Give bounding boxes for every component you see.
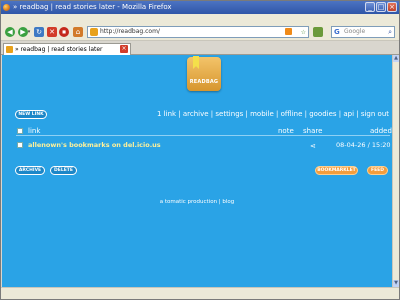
row-checkbox[interactable]	[17, 142, 23, 148]
footer[interactable]: a tomatic production | blog	[2, 199, 392, 205]
vertical-scrollbar[interactable]: ▲ ▼	[392, 55, 399, 287]
window-controls: _ □ ×	[365, 2, 397, 12]
search-input[interactable]: G Google ⌕	[331, 26, 395, 38]
new-link-button[interactable]: NEW LINK	[15, 110, 47, 119]
close-icon[interactable]: ×	[387, 2, 397, 12]
tab-close-icon[interactable]: ×	[120, 45, 128, 53]
nav-links[interactable]: 1 link | archive | settings | mobile | o…	[157, 110, 389, 118]
row-added: 08-04-26 / 15:20	[336, 141, 391, 149]
table-header: link note share added	[16, 126, 392, 136]
reload-icon[interactable]: ↻	[34, 27, 44, 37]
bookmarklet-button[interactable]: BOOKMARKLET	[315, 166, 358, 175]
history-dropdown-icon[interactable]: ▾	[26, 27, 32, 37]
window-title: » readbag | read stories later - Mozilla…	[13, 3, 172, 11]
readbag-logo[interactable]: READBAG	[187, 56, 221, 91]
column-note: note	[278, 127, 294, 135]
maximize-icon[interactable]: □	[376, 2, 386, 12]
navigation-toolbar: ◀ ▶ ▾ ↻ ✕ ■ ⌂ http://readbag.com/ ☆ G Go…	[1, 23, 399, 41]
tab-favicon	[6, 46, 13, 53]
share-icon[interactable]: ⋖	[310, 141, 316, 151]
site-favicon	[90, 28, 98, 36]
feed-button[interactable]: FEED	[367, 166, 388, 175]
select-all-checkbox[interactable]	[17, 128, 23, 134]
back-arrow-icon[interactable]: ◀	[5, 27, 15, 37]
stop-icon[interactable]: ✕	[47, 27, 57, 37]
tab-readbag[interactable]: » readbag | read stories later ×	[3, 43, 131, 55]
title-bar: » readbag | read stories later - Mozilla…	[1, 1, 399, 14]
menu-bar	[1, 14, 399, 23]
rss-icon[interactable]	[285, 28, 292, 35]
column-share: share	[303, 127, 323, 135]
search-icon[interactable]: ⌕	[388, 27, 392, 37]
table-row: allenown's bookmarks on del.icio.us ⋖ 08…	[16, 140, 391, 151]
firefox-icon	[3, 4, 10, 11]
page-content: READBAG NEW LINK 1 link | archive | sett…	[2, 55, 392, 287]
logo-text: READBAG	[189, 79, 219, 85]
minimize-icon[interactable]: _	[365, 2, 375, 12]
status-bar	[1, 287, 399, 299]
url-text: http://readbag.com/	[100, 28, 160, 35]
delete-button[interactable]: DELETE	[50, 166, 77, 175]
bookmark-ribbon-icon	[193, 56, 199, 69]
tab-bar: » readbag | read stories later ×	[1, 42, 399, 55]
archive-button[interactable]: ARCHIVE	[15, 166, 45, 175]
bookmark-star-icon[interactable]: ☆	[301, 28, 306, 38]
tab-title: » readbag | read stories later	[15, 46, 103, 53]
browser-window: » readbag | read stories later - Mozilla…	[0, 0, 400, 300]
column-link: link	[28, 127, 41, 135]
home-icon[interactable]: ⌂	[73, 27, 83, 37]
scroll-up-icon[interactable]: ▲	[393, 55, 399, 62]
search-placeholder: Google	[344, 28, 366, 35]
scroll-down-icon[interactable]: ▼	[393, 280, 399, 287]
go-button[interactable]	[313, 27, 323, 37]
url-bar[interactable]: http://readbag.com/ ☆	[87, 26, 309, 38]
column-added: added	[370, 127, 392, 135]
stop-sign-icon[interactable]: ■	[59, 27, 69, 37]
google-icon: G	[334, 28, 340, 36]
row-link[interactable]: allenown's bookmarks on del.icio.us	[28, 140, 161, 150]
